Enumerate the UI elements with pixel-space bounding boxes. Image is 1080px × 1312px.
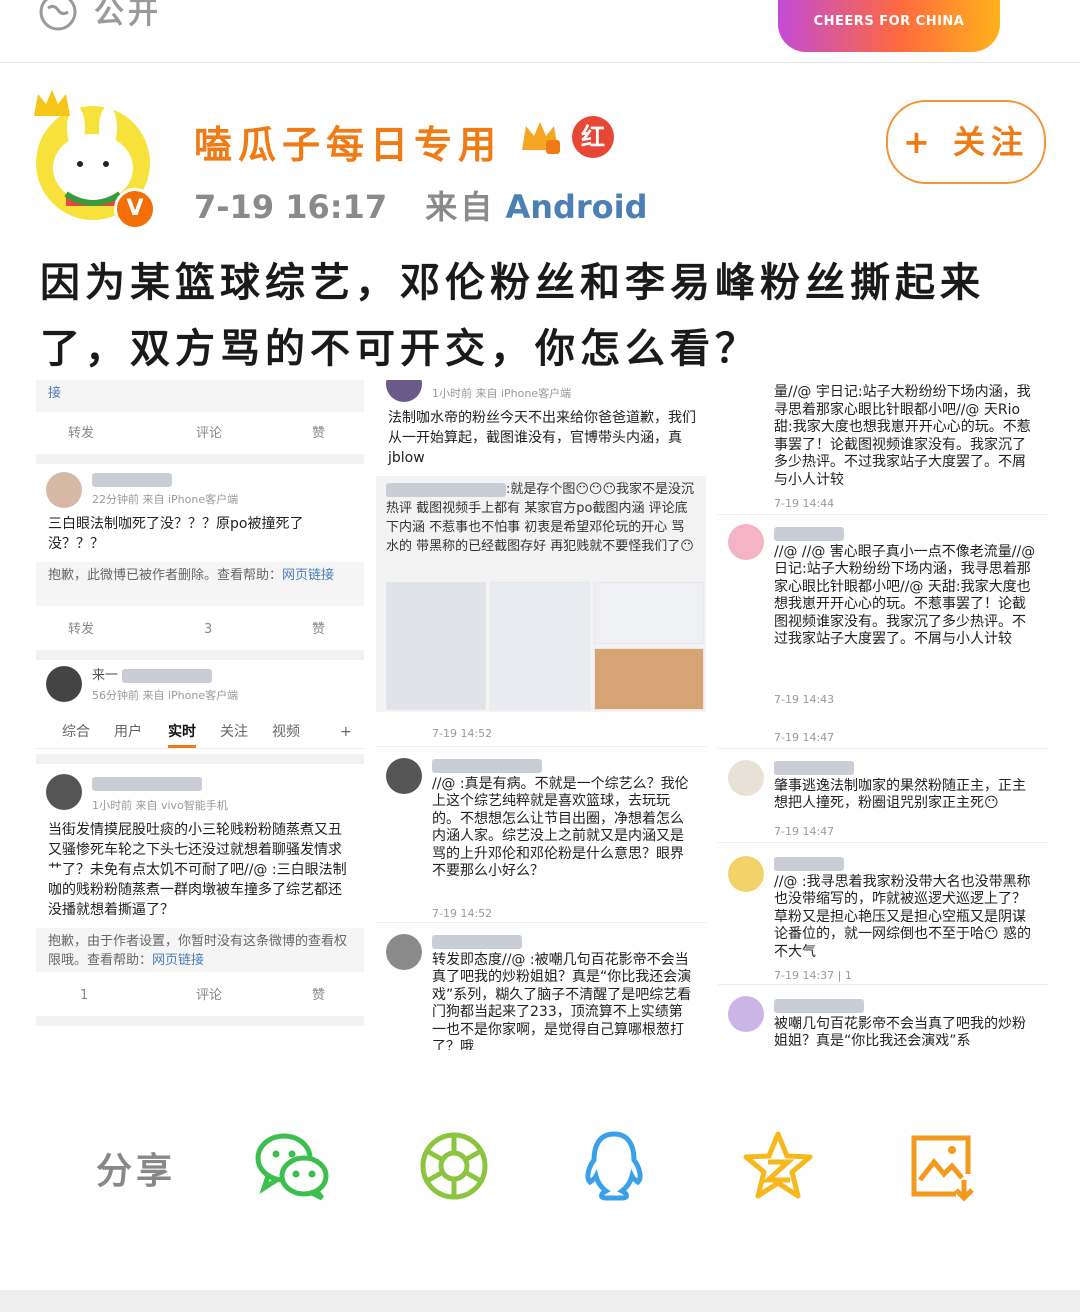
quoted-post: :就是存个图😶😶😶我家不是没沉热评 截图视频手上都有 某家官方po截图内涵 评论… [376, 476, 706, 712]
username-blurred [92, 470, 172, 490]
banner-text: CHEERS FOR CHINA [813, 14, 965, 29]
username-blurred [92, 774, 202, 794]
moments-icon[interactable] [416, 1128, 492, 1204]
top-link: 接 [36, 380, 364, 412]
visibility-label: 公开 [94, 0, 162, 31]
post-meta: 56分钟前 来自 iPhone客户端 [92, 689, 239, 702]
avatar [46, 472, 82, 508]
username: 来一 [92, 666, 213, 686]
avatar [46, 666, 82, 702]
source-prefix: 来自 [425, 188, 496, 226]
timestamp: 7-19 14:52 [432, 907, 493, 920]
timestamp: 7-19 14:43 [774, 693, 835, 706]
timestamp: 7-19 14:47 [774, 731, 835, 744]
timestamp: 7-19 14:47 [774, 825, 835, 838]
avatar [728, 760, 764, 796]
timestamp: 7-19 14:37 | 1 [774, 969, 852, 982]
quote-text: :就是存个图😶😶😶我家不是没沉热评 截图视频手上都有 某家官方po截图内涵 评论… [386, 482, 695, 554]
post-meta: 7-19 16:17 来自 Android [194, 182, 648, 228]
avatar [728, 524, 764, 560]
comment-text: //@ //@ 害心眼子真小一点不像老流量//@ 日记:站子大粉纷纷下场内涵，我… [774, 526, 1038, 649]
author-avatar[interactable]: V [30, 86, 160, 230]
comment-text: //@ :我寻思着我家粉没带大名也没带黑称也没带缩写的，咋就被巡逻犬巡逻上了？草… [774, 856, 1038, 961]
share-label: 分享 [96, 1151, 177, 1192]
avatar [46, 774, 82, 810]
bottom-strip [0, 1290, 1080, 1312]
avatar [728, 856, 764, 892]
wechat-icon[interactable] [254, 1128, 330, 1204]
quote-images [386, 582, 704, 712]
verified-badge-icon: V [114, 188, 156, 230]
timestamp: 7-19 14:52 [432, 727, 493, 740]
embedded-screenshot-right[interactable]: 量//@ 宇日记:站子大粉纷纷下场内涵，我寻思着那家心眼比针眼都小吧//@ 天R… [718, 380, 1048, 1050]
follow-button[interactable]: + 关注 [886, 100, 1046, 184]
promo-banner[interactable]: CHEERS FOR CHINA [778, 0, 1000, 52]
qzone-star-icon[interactable] [740, 1128, 816, 1204]
post-meta: 1小时前 来自 vivo智能手机 [92, 799, 228, 812]
save-image-icon[interactable] [904, 1128, 980, 1204]
post-text: 三白眼法制咖死了没？？？原po被撞死了没？？？ [48, 516, 304, 552]
post-time: 7-19 16:17 [194, 188, 388, 226]
avatar [728, 996, 764, 1032]
comment-text: //@ :真是有病。不就是一个综艺么？我伦上这个综艺纯粹就是喜欢篮球，去玩玩的。… [432, 758, 696, 881]
vip-crown-badge-icon[interactable] [518, 114, 562, 158]
globe-icon [39, 0, 77, 31]
post-text: 当街发情摸屁股吐痰的小三轮贱粉粉随蒸煮又丑又骚惨死车轮之下头七还没过就想着聊骚发… [48, 822, 347, 918]
tab-bar: 综合 用户 实时 关注 视频 + [36, 716, 364, 749]
timestamp: 7-19 14:44 [774, 497, 835, 510]
qq-icon[interactable] [576, 1128, 652, 1204]
post-meta: 22分钟前 来自 iPhone客户端 [92, 493, 239, 506]
crown-icon [34, 90, 70, 116]
embedded-screenshot-left[interactable]: 接 转发 评论 赞 22分钟前 来自 iPhone客户端 三白眼法制咖死了没？？… [36, 380, 364, 1050]
avatar [386, 380, 422, 402]
embedded-screenshot-middle[interactable]: 1小时前 来自 iPhone客户端 法制咖水帝的粉丝今天不出来给你爸爸道歉，我们… [376, 380, 706, 1050]
action-bar: 1 评论 赞 [80, 988, 326, 1003]
comment-text: 肇事逃逸法制咖家的果然粉随正主，正主想把人撞死，粉圈诅咒别家正主死😶 [774, 760, 1038, 813]
post-source[interactable]: Android [505, 188, 647, 226]
action-bar: 转发 评论 赞 [68, 426, 326, 441]
avatar [386, 934, 422, 970]
restricted-notice: 抱歉，由于作者设置，你暂时没有这条微博的查看权限哦。查看帮助：网页链接 [36, 928, 364, 972]
action-bar: 转发 3 赞 [68, 622, 326, 637]
post-text: 因为某篮球综艺，邓伦粉丝和李易峰粉丝撕起来了，双方骂的不可开交，你怎么看？ [40, 260, 985, 372]
red-badge-icon[interactable]: 红 [572, 116, 614, 158]
deleted-notice: 抱歉，此微博已被作者删除。查看帮助：网页链接 [36, 562, 364, 606]
share-bar: 分享 [0, 1110, 1080, 1220]
post-text: 法制咖水帝的粉丝今天不出来给你爸爸道歉，我们从一开始算起，截图谁没有，官博带头内… [388, 410, 696, 466]
avatar [386, 758, 422, 794]
comment-text: 转发即态度//@ :被嘲几句百花影帝不会当真了吧我的炒粉姐姐？真是“你比我还会演… [432, 934, 696, 1050]
post-meta: 1小时前 来自 iPhone客户端 [432, 387, 572, 400]
comment-text: 被嘲几句百花影帝不会当真了吧我的炒粉姐姐？真是“你比我还会演戏”系 [774, 998, 1038, 1050]
top-bar: 公开 CHEERS FOR CHINA [0, 0, 1080, 63]
author-name[interactable]: 嗑瓜子每日专用 [194, 114, 502, 169]
comment-text: 量//@ 宇日记:站子大粉纷纷下场内涵，我寻思着那家心眼比针眼都小吧//@ 天R… [774, 384, 1031, 488]
